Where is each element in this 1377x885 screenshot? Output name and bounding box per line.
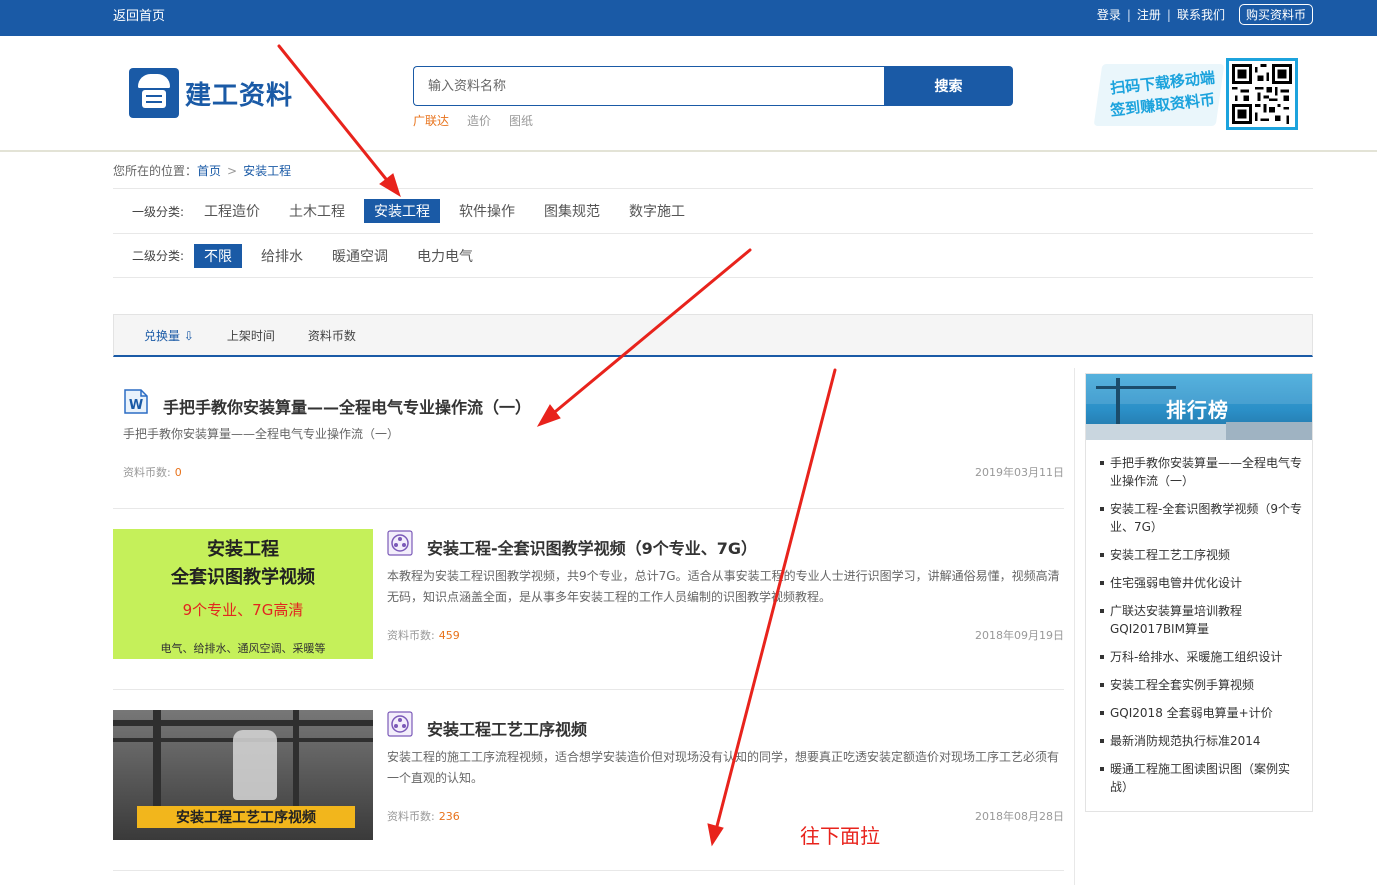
item-title[interactable]: 手把手教你安装算量——全程电气专业操作流（一）	[163, 394, 531, 418]
search-box: 搜索	[413, 66, 1013, 106]
search-input[interactable]	[413, 66, 884, 106]
filter-option-installation[interactable]: 安装工程	[364, 199, 440, 223]
list-item: 安装工程工艺工序视频 安装工程工艺工序视频 安装工程的施工工序流程视频，适合想学…	[113, 690, 1064, 871]
item-thumbnail[interactable]: 安装工程工艺工序视频	[113, 710, 373, 840]
hot-keyword[interactable]: 图纸	[509, 112, 533, 129]
buy-coins-button[interactable]: 购买资料币	[1238, 4, 1313, 25]
ranking-item[interactable]: GQI2018 全套弱电算量+计价	[1100, 704, 1304, 722]
ranking-item[interactable]: 安装工程-全套识图教学视频（9个专业、7G）	[1100, 500, 1304, 536]
top-bar: 返回首页 登录 | 注册 | 联系我们 购买资料币	[0, 0, 1377, 36]
logo-icon	[129, 68, 179, 118]
ranking-item[interactable]: 万科-给排水、采暖施工组织设计	[1100, 648, 1304, 666]
breadcrumb-current[interactable]: 安装工程	[243, 164, 291, 178]
word-doc-icon: W	[124, 389, 148, 414]
item-title[interactable]: 安装工程-全套识图教学视频（9个专业、7G）	[427, 535, 757, 559]
ranking-item[interactable]: 手把手教你安装算量——全程电气专业操作流（一）	[1100, 454, 1304, 490]
filter-label: 一级分类:	[132, 204, 185, 219]
video-icon	[387, 530, 413, 556]
ranking-item[interactable]: 安装工程全套实例手算视频	[1100, 676, 1304, 694]
filter-option-software[interactable]: 软件操作	[449, 199, 525, 223]
item-thumbnail[interactable]: 安装工程 全套识图教学视频 9个专业、7G高清 电气、给排水、通风空调、采暖等	[113, 529, 373, 659]
column-divider	[1074, 368, 1075, 885]
login-link[interactable]: 登录	[1097, 6, 1121, 23]
thumb-text: 全套识图教学视频	[171, 567, 315, 588]
ranking-item[interactable]: 住宅强弱电管井优化设计	[1100, 574, 1304, 592]
breadcrumb-home[interactable]: 首页	[197, 164, 221, 178]
thumb-text: 9个专业、7G高清	[182, 601, 304, 619]
filter-label: 二级分类:	[132, 249, 185, 263]
list-item: W 手把手教你安装算量——全程电气专业操作流（一） 手把手教你安装算量——全程电…	[113, 368, 1064, 509]
sort-by-coins[interactable]: 资料币数	[308, 327, 356, 344]
svg-text:W: W	[129, 398, 143, 413]
filter-option-atlas[interactable]: 图集规范	[534, 199, 610, 223]
header: 建工资料 搜索 广联达 造价 图纸 扫码下载移动端 签到赚取资料币	[0, 36, 1377, 152]
back-home-link[interactable]: 返回首页	[113, 5, 165, 24]
video-icon	[387, 711, 413, 737]
separator: |	[1126, 7, 1131, 22]
separator: |	[1166, 7, 1171, 22]
thumb-text: 电气、给排水、通风空调、采暖等	[160, 642, 326, 655]
qr-code-icon	[1226, 58, 1298, 130]
logo-text: 建工资料	[185, 80, 294, 111]
coin-value: 236	[438, 810, 460, 823]
item-description: 安装工程的施工工序流程视频，适合想学安装造价但对现场没有认知的同学，想要真正吃透…	[387, 750, 1060, 785]
item-date: 2018年09月19日	[975, 629, 1064, 642]
sort-bar: 兑换量 ⇩ 上架时间 资料币数	[113, 314, 1313, 357]
filter-option-cost[interactable]: 工程造价	[194, 199, 270, 223]
register-link[interactable]: 注册	[1137, 6, 1161, 23]
ranking-title: 排行榜	[1166, 398, 1229, 422]
site-logo[interactable]: 建工资料	[129, 68, 293, 118]
ranking-panel: 排行榜 手把手教你安装算量——全程电气专业操作流（一） 安装工程-全套识图教学视…	[1085, 373, 1313, 812]
sort-by-date[interactable]: 上架时间	[227, 327, 275, 344]
ranking-list: 手把手教你安装算量——全程电气专业操作流（一） 安装工程-全套识图教学视频（9个…	[1100, 454, 1304, 806]
item-date: 2018年08月28日	[975, 810, 1064, 823]
item-coins: 资料币数: 236	[387, 808, 460, 824]
sort-by-exchanges[interactable]: 兑换量 ⇩	[144, 327, 194, 344]
breadcrumb-separator: >	[227, 164, 238, 178]
item-description: 本教程为安装工程识图教学视频，共9个专业，总计7G。适合从事安装工程的专业人士进…	[387, 569, 1060, 604]
hot-keyword[interactable]: 广联达	[413, 112, 449, 129]
breadcrumb: 您所在的位置：首页 > 安装工程	[113, 162, 291, 179]
filter-option-plumbing[interactable]: 给排水	[251, 244, 313, 268]
filter-option-digital[interactable]: 数字施工	[619, 199, 695, 223]
filter-option-civil[interactable]: 土木工程	[279, 199, 355, 223]
coin-value: 0	[174, 466, 182, 479]
hot-keyword[interactable]: 造价	[467, 112, 491, 129]
ranking-item[interactable]: 暖通工程施工图读图识图（案例实战）	[1100, 760, 1304, 796]
app-promo: 扫码下载移动端 签到赚取资料币	[1093, 64, 1225, 126]
level1-filter: 一级分类: 工程造价 土木工程 安装工程 软件操作 图集规范 数字施工	[113, 188, 1313, 233]
filter-option-electrical[interactable]: 电力电气	[407, 244, 483, 268]
coin-label: 资料币数:	[387, 810, 435, 823]
filter-option-hvac[interactable]: 暖通空调	[322, 244, 398, 268]
coin-value: 459	[438, 629, 460, 642]
coin-label: 资料币数:	[123, 466, 171, 479]
thumb-text: 安装工程	[207, 539, 279, 560]
item-date: 2019年03月11日	[975, 466, 1064, 479]
level2-filter: 二级分类: 不限 给排水 暖通空调 电力电气	[113, 233, 1313, 278]
hot-keywords: 广联达 造价 图纸	[413, 112, 533, 129]
thumb-caption: 安装工程工艺工序视频	[137, 806, 355, 828]
ranking-banner: 排行榜	[1086, 374, 1312, 440]
coin-label: 资料币数:	[387, 629, 435, 642]
item-coins: 资料币数: 0	[123, 464, 182, 480]
ranking-item[interactable]: 广联达安装算量培训教程GQI2017BIM算量	[1100, 602, 1304, 638]
contact-link[interactable]: 联系我们	[1177, 6, 1225, 23]
top-links: 登录 | 注册 | 联系我们 购买资料币	[1097, 4, 1313, 25]
item-description: 手把手教你安装算量——全程电气专业操作流（一）	[123, 427, 400, 441]
ranking-item[interactable]: 最新消防规范执行标准2014	[1100, 732, 1304, 750]
list-item: 安装工程 全套识图教学视频 9个专业、7G高清 电气、给排水、通风空调、采暖等 …	[113, 509, 1064, 690]
item-title[interactable]: 安装工程工艺工序视频	[427, 716, 587, 740]
breadcrumb-prefix: 您所在的位置：	[113, 164, 198, 178]
annotation-scroll-hint: 往下面拉	[800, 824, 880, 848]
ranking-item[interactable]: 安装工程工艺工序视频	[1100, 546, 1304, 564]
filter-option-all[interactable]: 不限	[194, 243, 242, 268]
item-coins: 资料币数: 459	[387, 627, 460, 643]
search-button[interactable]: 搜索	[884, 66, 1013, 106]
